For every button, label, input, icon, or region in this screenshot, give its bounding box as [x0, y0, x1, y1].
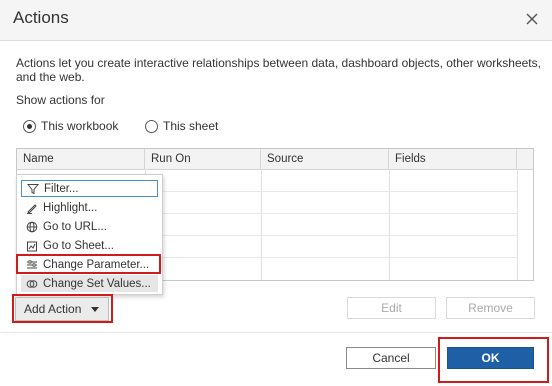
- close-icon[interactable]: [522, 9, 542, 29]
- menu-item-change-parameter[interactable]: Change Parameter...: [21, 256, 158, 273]
- column-header-run-on[interactable]: Run On: [145, 149, 261, 169]
- radio-label: This sheet: [163, 119, 219, 133]
- table-header: Name Run On Source Fields: [17, 149, 533, 170]
- chevron-down-icon: [91, 306, 100, 312]
- add-action-menu: Filter... Highlight... Go to URL... Go t…: [16, 174, 163, 295]
- radio-button-checked[interactable]: [23, 119, 36, 133]
- cancel-button[interactable]: Cancel: [346, 347, 436, 369]
- show-actions-label: Show actions for: [16, 93, 105, 107]
- column-divider: [389, 169, 390, 280]
- column-header-fields[interactable]: Fields: [389, 149, 517, 169]
- menu-item-highlight[interactable]: Highlight...: [21, 199, 158, 216]
- column-header-source[interactable]: Source: [261, 149, 389, 169]
- set-icon: [25, 277, 38, 290]
- column-header-name[interactable]: Name: [17, 149, 145, 169]
- menu-item-go-to-url[interactable]: Go to URL...: [21, 218, 158, 235]
- menu-item-label: Highlight...: [43, 201, 98, 214]
- menu-item-label: Change Set Values...: [43, 277, 151, 290]
- add-action-label: Add Action: [24, 302, 82, 316]
- radio-this-sheet[interactable]: This sheet: [145, 119, 218, 133]
- sheet-icon: [25, 239, 38, 252]
- menu-item-label: Change Parameter...: [43, 258, 150, 271]
- filter-icon: [26, 182, 39, 195]
- menu-item-label: Go to Sheet...: [43, 239, 114, 252]
- menu-item-change-set-values[interactable]: Change Set Values...: [21, 275, 158, 292]
- radio-label: This workbook: [41, 119, 119, 133]
- highlight-icon: [25, 201, 38, 214]
- add-action-button[interactable]: Add Action: [15, 297, 109, 321]
- radio-this-workbook[interactable]: This workbook: [23, 119, 118, 133]
- menu-item-go-to-sheet[interactable]: Go to Sheet...: [21, 237, 158, 254]
- ok-button[interactable]: OK: [447, 347, 534, 369]
- column-divider: [517, 169, 518, 280]
- menu-item-filter[interactable]: Filter...: [21, 180, 158, 197]
- column-divider: [261, 169, 262, 280]
- dialog-header: Actions: [0, 0, 552, 41]
- dialog-description: Actions let you create interactive relat…: [16, 56, 541, 84]
- dialog-title: Actions: [13, 8, 69, 27]
- menu-item-label: Filter...: [44, 182, 79, 195]
- menu-item-label: Go to URL...: [43, 220, 107, 233]
- globe-icon: [25, 220, 38, 233]
- footer-divider: [0, 332, 552, 333]
- radio-button[interactable]: [145, 119, 158, 133]
- edit-button[interactable]: Edit: [347, 297, 436, 319]
- remove-button[interactable]: Remove: [446, 297, 535, 319]
- parameter-icon: [25, 258, 38, 271]
